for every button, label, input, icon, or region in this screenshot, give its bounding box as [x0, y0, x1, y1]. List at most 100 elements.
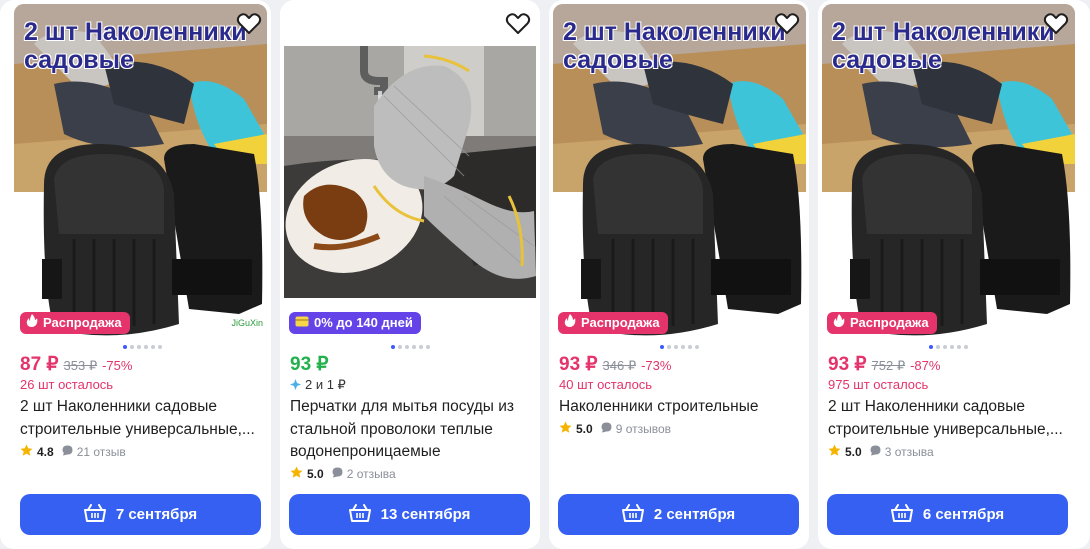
product-title[interactable]: 2 шт Наколенники садовые строительные ун…: [828, 396, 1073, 441]
gloves-photo: [284, 46, 536, 298]
rating-score: 5.0: [307, 467, 324, 481]
current-price: 87 ₽: [20, 354, 59, 375]
fire-icon: [833, 312, 845, 334]
product-card[interactable]: 2 шт Наколенники садовые Распродажа 93 ₽…: [818, 0, 1090, 549]
star-icon: [559, 421, 572, 437]
image-pager[interactable]: [123, 345, 162, 349]
old-price: 346 ₽: [602, 358, 637, 373]
product-title[interactable]: 2 шт Наколенники садовые строительные ун…: [20, 396, 265, 441]
discount: -75%: [102, 358, 133, 373]
delivery-date: 2 сентября: [653, 506, 736, 523]
image-caption: 2 шт Наколенники садовые: [563, 18, 786, 74]
rating-score: 5.0: [845, 445, 862, 459]
rating-score: 5.0: [576, 422, 593, 436]
reviews-count: 21 отзыв: [76, 445, 126, 459]
basket-icon: [621, 503, 644, 526]
add-to-cart-button[interactable]: 6 сентября: [827, 494, 1068, 535]
title-line: Перчатки для мытья посуды из: [290, 398, 514, 415]
favorite-heart-icon[interactable]: [774, 12, 800, 36]
product-image[interactable]: 2 шт Наколенники садовые JiGuXin: [14, 4, 267, 340]
delivery-date: 13 сентября: [380, 506, 471, 523]
image-caption: 2 шт Наколенники садовые: [832, 18, 1055, 74]
caption-line: садовые: [563, 46, 673, 74]
stock-left: 40 шт осталось: [559, 377, 653, 392]
caption-line: садовые: [24, 46, 134, 74]
sale-badge: Распродажа: [827, 312, 937, 334]
basket-icon: [83, 503, 106, 526]
add-to-cart-button[interactable]: 7 сентября: [20, 494, 261, 535]
product-card[interactable]: 2 шт Наколенники садовые JiGuXin Распрод…: [0, 0, 271, 549]
old-price: 752 ₽: [871, 358, 906, 373]
star-icon: [828, 444, 841, 460]
sale-badge: Распродажа: [20, 312, 130, 334]
current-price: 93 ₽: [559, 354, 598, 375]
caption-line: 2 шт Наколенники: [24, 18, 247, 46]
favorite-heart-icon[interactable]: [1043, 12, 1069, 36]
comment-icon: [601, 422, 612, 436]
title-line: стальной проволоки теплые: [290, 420, 493, 438]
product-card[interactable]: 2 шт Наколенники садовые Распродажа 93 ₽…: [549, 0, 809, 549]
title-line: строительные универсальные,...: [828, 420, 1063, 438]
image-pager[interactable]: [660, 345, 699, 349]
badge-label: Распродажа: [43, 315, 122, 330]
old-price: 353 ₽: [63, 358, 98, 373]
rating[interactable]: 5.0 9 отзывов: [559, 421, 671, 437]
installment-badge: 0% до 140 дней: [289, 312, 421, 334]
fire-icon: [26, 312, 38, 334]
discount: -73%: [641, 358, 672, 373]
product-card[interactable]: 0% до 140 дней 93 ₽ 2 и 1 ₽ Перчатки для…: [280, 0, 540, 549]
rating-score: 4.8: [37, 445, 54, 459]
image-watermark: JiGuXin: [231, 318, 263, 328]
caption-line: 2 шт Наколенники: [563, 18, 786, 46]
reviews-count: 9 отзывов: [615, 422, 672, 436]
price-row: 93 ₽ 346 ₽ -73%: [559, 353, 671, 376]
split-icon: [290, 378, 301, 393]
reviews-count: 3 отзыва: [884, 445, 934, 459]
comment-icon: [62, 445, 73, 459]
current-price: 93 ₽: [290, 354, 329, 375]
split-payment: 2 и 1 ₽: [290, 377, 346, 393]
product-title[interactable]: Перчатки для мытья посуды из стальной пр…: [290, 396, 535, 464]
split-label: 2 и 1 ₽: [305, 377, 346, 392]
price-row: 93 ₽: [290, 353, 329, 376]
add-to-cart-button[interactable]: 2 сентября: [558, 494, 799, 535]
title-line: 2 шт Наколенники садовые: [828, 398, 1026, 415]
current-price: 93 ₽: [828, 354, 867, 375]
favorite-heart-icon[interactable]: [236, 12, 262, 36]
basket-icon: [348, 503, 371, 526]
product-image[interactable]: 2 шт Наколенники садовые: [822, 4, 1075, 340]
rating[interactable]: 4.8 21 отзыв: [20, 444, 126, 460]
star-icon: [290, 466, 303, 482]
sale-badge: Распродажа: [558, 312, 668, 334]
badge-label: Распродажа: [581, 315, 660, 330]
caption-line: 2 шт Наколенники: [832, 18, 1055, 46]
image-caption: 2 шт Наколенники садовые: [24, 18, 247, 74]
title-line: Наколенники строительные: [559, 398, 759, 415]
image-pager[interactable]: [391, 345, 430, 349]
title-line: 2 шт Наколенники садовые: [20, 398, 218, 415]
product-image[interactable]: 2 шт Наколенники садовые: [553, 4, 806, 340]
rating[interactable]: 5.0 2 отзыва: [290, 466, 396, 482]
fire-icon: [564, 312, 576, 334]
price-row: 93 ₽ 752 ₽ -87%: [828, 353, 940, 376]
stock-left: 975 шт осталось: [828, 377, 929, 392]
image-pager[interactable]: [929, 345, 968, 349]
comment-icon: [332, 467, 343, 481]
stock-left: 26 шт осталось: [20, 377, 114, 392]
comment-icon: [870, 445, 881, 459]
product-title[interactable]: Наколенники строительные: [559, 396, 804, 419]
favorite-heart-icon[interactable]: [505, 12, 531, 36]
price-row: 87 ₽ 353 ₽ -75%: [20, 353, 132, 376]
title-line: водонепроницаемые: [290, 443, 441, 460]
add-to-cart-button[interactable]: 13 сентября: [289, 494, 530, 535]
badge-label: Распродажа: [850, 315, 929, 330]
delivery-date: 6 сентября: [922, 506, 1005, 523]
title-line: строительные универсальные,...: [20, 420, 255, 438]
product-image[interactable]: [284, 46, 536, 298]
rating[interactable]: 5.0 3 отзыва: [828, 444, 934, 460]
discount: -87%: [910, 358, 941, 373]
reviews-count: 2 отзыва: [346, 467, 396, 481]
caption-line: садовые: [832, 46, 942, 74]
delivery-date: 7 сентября: [115, 506, 198, 523]
basket-icon: [890, 503, 913, 526]
